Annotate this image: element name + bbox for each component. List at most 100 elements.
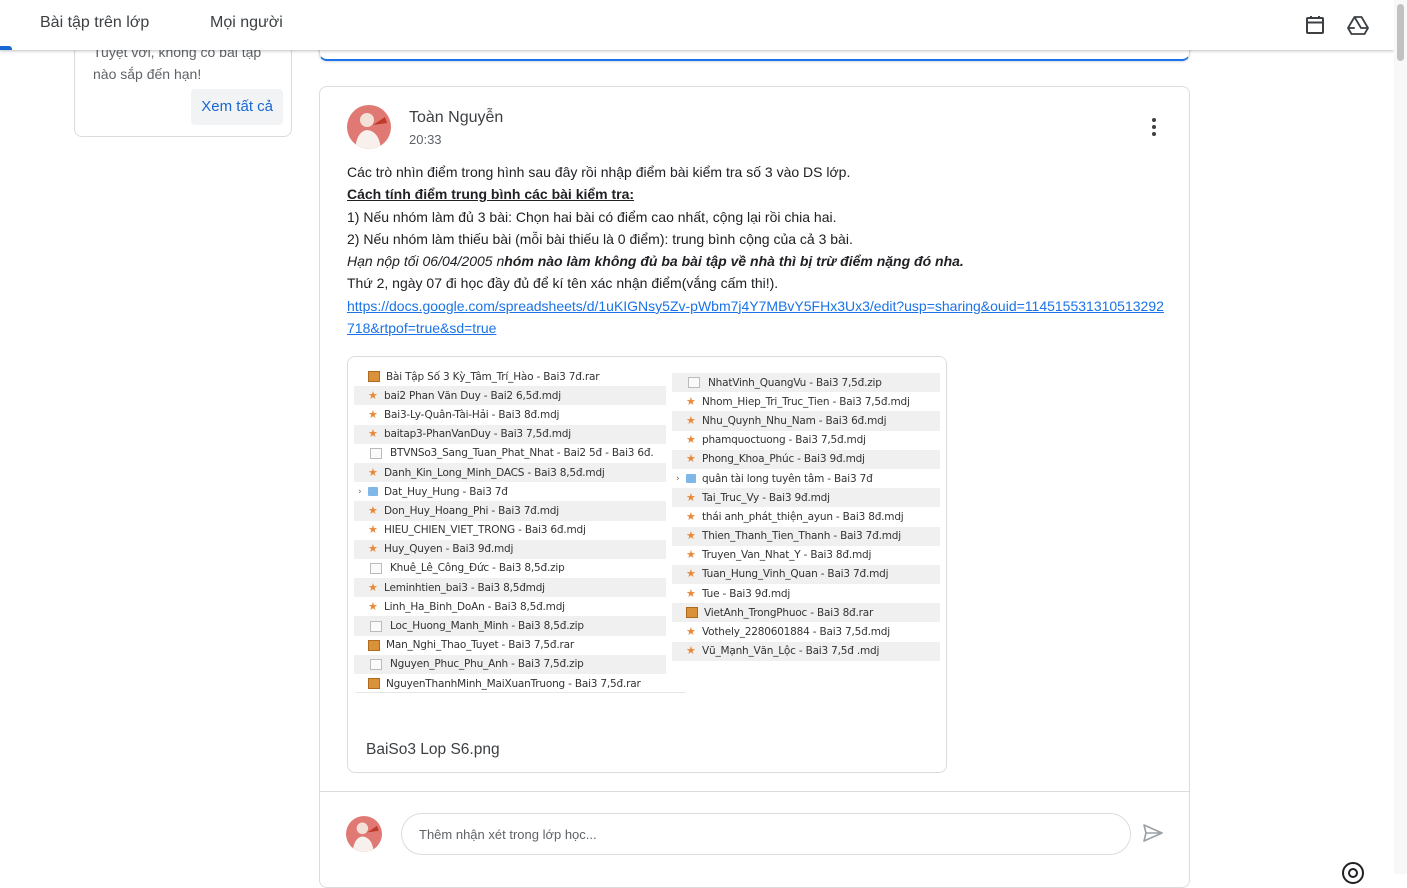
file-row: ★ Linh_Ha_Binh_DoAn - Bai3 8,5đ.mdj	[354, 597, 666, 616]
help-icon[interactable]	[1340, 860, 1366, 886]
active-tab-indicator	[0, 46, 12, 50]
view-all-button[interactable]: Xem tất cả	[191, 89, 283, 125]
more-options-icon[interactable]	[1142, 115, 1166, 141]
deadline-warning: hóm nào làm không đủ ba bài tập về nhà t…	[504, 253, 964, 270]
deadline-italic: Hạn nộp tối 06/04/2005 n	[347, 253, 505, 270]
star-file-icon: ★	[686, 548, 696, 562]
file-row: Man_Nghi_Thao_Tuyet - Bai3 7,5đ.rar	[354, 636, 666, 655]
chevron-right-icon: ›	[358, 486, 362, 497]
star-file-icon: ★	[368, 503, 378, 517]
star-file-icon: ★	[686, 529, 696, 543]
file-row: ★ Vũ_Mạnh_Văn_Lộc - Bai3 7,5đ .mdj	[672, 641, 940, 661]
file-row: ★ Tuan_Hung_Vinh_Quan - Bai3 7đ.mdj	[672, 564, 940, 585]
file-name: Huy_Quyen - Bai3 9đ.mdj	[384, 543, 514, 556]
star-file-icon: ★	[686, 644, 696, 658]
star-file-icon: ★	[368, 388, 378, 402]
file-row: Bài Tập Số 3 Kỳ_Tâm_Trí_Hào - Bai3 7đ.ra…	[354, 367, 666, 386]
file-row: NguyenThanhMinh_MaiXuanTruong - Bai3 7,5…	[354, 674, 666, 693]
file-row: ★ Huy_Quyen - Bai3 9đ.mdj	[354, 539, 666, 559]
post-line: 1) Nếu nhóm làm đủ 3 bài: Chọn hai bài c…	[347, 208, 837, 225]
file-name: Phong_Khoa_Phúc - Bai3 9đ.mdj	[702, 453, 865, 466]
star-file-icon: ★	[368, 523, 378, 537]
post-heading: Cách tính điểm trung bình các bài kiểm t…	[347, 186, 635, 203]
post-author: Toàn Nguyễn	[409, 109, 504, 126]
attachment-thumbnail: Bài Tập Số 3 Kỳ_Tâm_Trí_Hào - Bai3 7đ.ra…	[348, 357, 946, 702]
file-row: Nguyen_Phuc_Phu_Anh - Bai3 7,5đ.zip	[354, 654, 666, 674]
post-deadline: Hạn nộp tối 06/04/2005 nhóm nào làm khôn…	[347, 250, 1167, 272]
star-file-icon: ★	[368, 580, 378, 594]
star-file-icon: ★	[686, 433, 696, 447]
file-row: ★ HIEU_CHIEN_VIET_TRONG - Bai3 6đ.mdj	[354, 521, 666, 540]
rar-file-icon	[368, 678, 380, 690]
file-name: Vothely_2280601884 - Bai3 7,5đ.mdj	[702, 626, 890, 639]
file-name: Vũ_Mạnh_Văn_Lộc - Bai3 7,5đ .mdj	[702, 645, 880, 658]
send-icon[interactable]	[1141, 821, 1165, 845]
file-row: ★ Leminhtien_bai3 - Bai3 8,5đmdj	[354, 578, 666, 598]
file-row: VietAnh_TrongPhuoc - Bai3 8đ.rar	[672, 603, 940, 623]
file-name: bai2 Phan Văn Duy - Bai2 6,5đ.mdj	[384, 389, 561, 402]
file-name: Man_Nghi_Thao_Tuyet - Bai3 7,5đ.rar	[386, 639, 574, 652]
file-row: ★ Vothely_2280601884 - Bai3 7,5đ.mdj	[672, 622, 940, 641]
zip-file-icon	[370, 562, 382, 574]
file-row: Loc_Huong_Manh_Minh - Bai3 8,5đ.zip	[354, 616, 666, 636]
file-name: Nhu_Quynh_Nhu_Nam - Bai3 6đ.mdj	[702, 414, 887, 427]
file-name: phamquoctuong - Bai3 7,5đ.mdj	[702, 434, 866, 447]
file-name: Thien_Thanh_Tien_Thanh - Bai3 7đ.mdj	[702, 530, 901, 543]
star-file-icon: ★	[686, 490, 696, 504]
star-file-icon: ★	[686, 413, 696, 427]
file-row: ★ Thien_Thanh_Tien_Thanh - Bai3 7đ.mdj	[672, 526, 940, 546]
zip-file-icon	[370, 447, 382, 459]
google-drive-icon[interactable]	[1346, 13, 1370, 37]
file-name: Leminhtien_bai3 - Bai3 8,5đmdj	[384, 581, 545, 594]
file-row: ★ Tai_Truc_Vy - Bai3 9đ.mdj	[672, 488, 940, 508]
zip-file-icon	[688, 377, 700, 389]
file-row: NhatVinh_QuangVu - Bai3 7,5đ.zip	[672, 373, 940, 393]
file-list-right: NhatVinh_QuangVu - Bai3 7,5đ.zip ★ Nhom_Hi…	[672, 373, 940, 661]
file-name: Truyen_Van_Nhat_Y - Bai3 8đ.mdj	[702, 549, 872, 562]
file-list-left: Bài Tập Số 3 Kỳ_Tâm_Trí_Hào - Bai3 7đ.ra…	[354, 367, 666, 693]
file-name: Bài Tập Số 3 Kỳ_Tâm_Trí_Hào - Bai3 7đ.ra…	[386, 370, 600, 383]
top-nav: Bài tập trên lớp Mọi người	[0, 0, 1394, 50]
file-row: ★ thái anh_phát_thiện_ayun - Bai3 8đ.mdj	[672, 507, 940, 526]
file-name: Tuan_Hung_Vinh_Quan - Bai3 7đ.mdj	[702, 568, 889, 581]
file-name: VietAnh_TrongPhuoc - Bai3 8đ.rar	[704, 606, 874, 619]
rar-file-icon	[368, 371, 380, 383]
scrollbar-thumb[interactable]	[1397, 4, 1404, 61]
star-file-icon: ★	[368, 465, 378, 479]
file-row: ★ Don_Huy_Hoang_Phi - Bai3 7đ.mdj	[354, 501, 666, 521]
post-time: 20:33	[409, 132, 442, 147]
file-row: ★ Tue - Bai3 9đ.mdj	[672, 584, 940, 603]
star-file-icon: ★	[368, 427, 378, 441]
post-line: Các trò nhìn điểm trong hình sau đây rồi…	[347, 164, 851, 180]
author-avatar	[347, 105, 391, 149]
calendar-icon[interactable]	[1303, 13, 1327, 37]
star-file-icon: ★	[368, 542, 378, 556]
file-name: Loc_Huong_Manh_Minh - Bai3 8,5đ.zip	[390, 620, 584, 633]
star-file-icon: ★	[686, 509, 696, 523]
attachment-name: BaiSo3 Lop S6.png	[366, 741, 500, 758]
file-row: ★ Phong_Khoa_Phúc - Bai3 9đ.mdj	[672, 449, 940, 469]
post-line: 2) Nếu nhóm làm thiếu bài (mỗi bài thiếu…	[347, 230, 853, 247]
page-scrollbar[interactable]	[1394, 0, 1407, 874]
star-file-icon: ★	[686, 586, 696, 600]
spreadsheet-link[interactable]: https://docs.google.com/spreadsheets/d/1…	[347, 298, 1164, 336]
file-name: Tai_Truc_Vy - Bai3 9đ.mdj	[702, 491, 830, 504]
star-file-icon: ★	[368, 407, 378, 421]
file-name: Dat_Huy_Hung - Bai3 7đ	[384, 485, 508, 498]
file-row: Khuê_Lê_Công_Đức - Bai3 8,5đ.zip	[354, 559, 666, 578]
file-row: ★ Truyen_Van_Nhat_Y - Bai3 8đ.mdj	[672, 546, 940, 565]
file-name: Nhom_Hiep_Tri_Truc_Tien - Bai3 7,5đ.mdj	[702, 395, 910, 408]
comment-divider	[320, 791, 1189, 792]
tab-people[interactable]: Mọi người	[210, 14, 283, 32]
image-attachment[interactable]: Bài Tập Số 3 Kỳ_Tâm_Trí_Hào - Bai3 7đ.ra…	[347, 356, 947, 773]
star-file-icon: ★	[686, 394, 696, 408]
class-comment-input[interactable]: Thêm nhận xét trong lớp học...	[401, 813, 1131, 855]
zip-file-icon	[370, 658, 382, 670]
file-name: HIEU_CHIEN_VIET_TRONG - Bai3 6đ.mdj	[384, 524, 586, 537]
tab-classwork[interactable]: Bài tập trên lớp	[40, 14, 149, 32]
folder-file-icon	[686, 474, 696, 484]
file-row: ★ Danh_Kin_Long_Minh_DACS - Bai3 8,5đ.mdj	[354, 462, 666, 483]
folder-file-icon	[368, 487, 378, 497]
file-name: NguyenThanhMinh_MaiXuanTruong - Bai3 7,5…	[386, 677, 641, 690]
file-name: baitap3-PhanVanDuy - Bai3 7,5đ.mdj	[384, 428, 571, 441]
